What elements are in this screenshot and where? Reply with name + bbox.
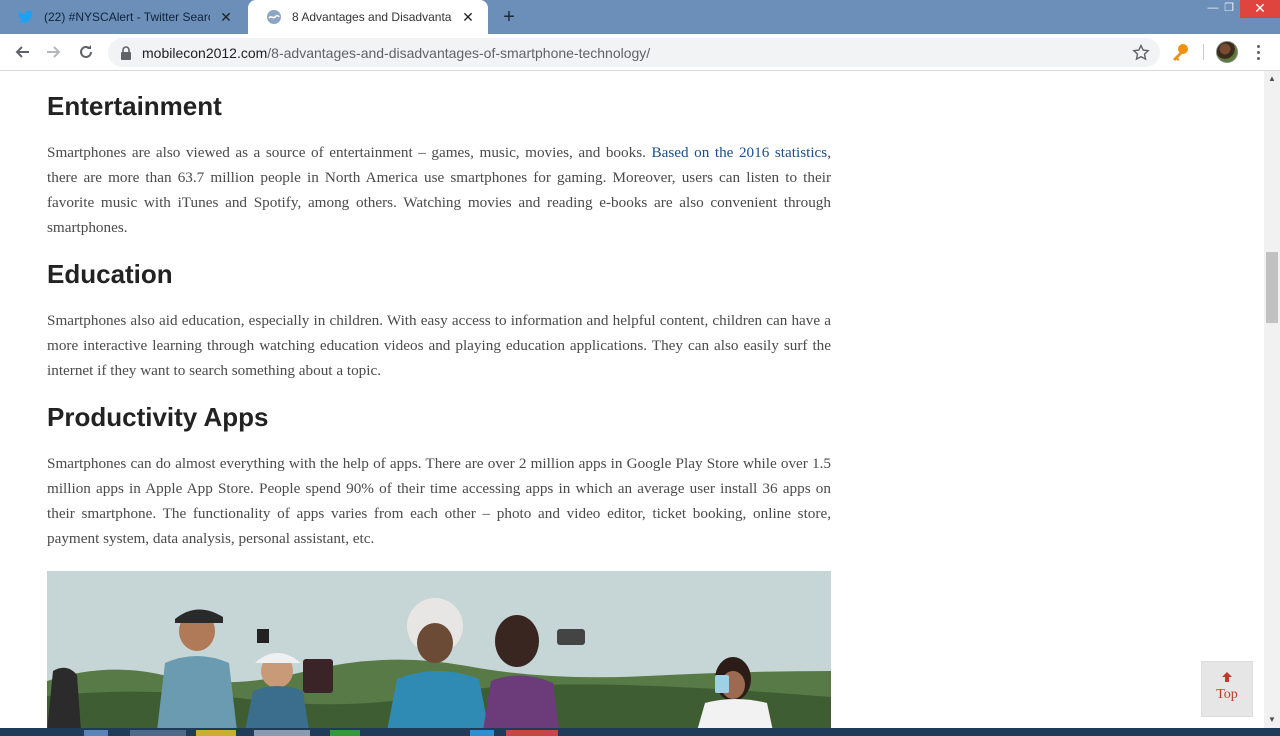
taskbar-item[interactable] [84, 730, 108, 736]
statistics-link[interactable]: Based on the 2016 statistics [651, 144, 827, 161]
lock-icon [121, 45, 131, 60]
taskbar-item[interactable] [196, 730, 236, 736]
tab-article[interactable]: 8 Advantages and Disadvantages ✕ [248, 0, 488, 34]
taskbar-item[interactable] [254, 730, 310, 736]
section-heading-entertainment: Entertainment [47, 91, 222, 121]
extension-key-icon[interactable] [1170, 42, 1190, 62]
back-to-top-button[interactable]: Top [1201, 661, 1253, 717]
site-favicon-icon [266, 9, 282, 25]
os-taskbar [0, 728, 1280, 736]
close-tab-icon[interactable]: ✕ [218, 9, 234, 25]
forward-arrow-icon [47, 46, 61, 58]
article-photo [47, 571, 831, 728]
tab-title: (22) #NYSCAlert - Twitter Search [44, 10, 210, 24]
scroll-down-arrow-icon[interactable]: ▼ [1264, 712, 1280, 728]
bookmark-star-icon[interactable] [1132, 44, 1150, 62]
reload-button[interactable] [72, 38, 100, 66]
close-tab-icon[interactable]: ✕ [460, 9, 476, 25]
tourists-photo-illustration [47, 571, 831, 728]
tab-twitter-search[interactable]: (22) #NYSCAlert - Twitter Search ✕ [0, 0, 246, 34]
browser-toolbar: mobilecon2012.com/8-advantages-and-disad… [0, 34, 1280, 71]
forward-button[interactable] [40, 38, 68, 66]
scroll-up-arrow-icon[interactable]: ▲ [1264, 71, 1280, 87]
url-path: /8-advantages-and-disadvantages-of-smart… [267, 44, 651, 61]
back-button[interactable] [8, 38, 36, 66]
vertical-scrollbar[interactable]: ▲ ▼ [1264, 71, 1280, 728]
toolbar-divider [1203, 44, 1204, 60]
section-heading-education: Education [47, 259, 173, 289]
back-to-top-label: Top [1216, 687, 1238, 702]
taskbar-item[interactable] [470, 730, 494, 736]
back-arrow-icon [15, 46, 29, 58]
section-heading-productivity-apps: Productivity Apps [47, 402, 269, 432]
section-paragraph-entertainment: Smartphones are also viewed as a source … [47, 140, 831, 240]
url-host: mobilecon2012.com [142, 44, 268, 61]
tab-strip: (22) #NYSCAlert - Twitter Search ✕ 8 Adv… [0, 0, 1280, 34]
browser-menu-icon[interactable] [1250, 41, 1266, 63]
profile-avatar[interactable] [1216, 41, 1238, 63]
paragraph-text: Smartphones are also viewed as a source … [47, 144, 652, 161]
section-paragraph-productivity-apps: Smartphones can do almost everything wit… [47, 455, 831, 547]
address-bar[interactable]: mobilecon2012.com/8-advantages-and-disad… [108, 38, 1160, 67]
reload-icon [80, 45, 92, 58]
section-paragraph-education: Smartphones also aid education, especial… [47, 312, 831, 379]
arrow-up-icon [1202, 670, 1252, 686]
taskbar-item[interactable] [506, 730, 558, 736]
scrollbar-thumb[interactable] [1266, 252, 1278, 323]
tab-title: 8 Advantages and Disadvantages [292, 10, 452, 24]
page-viewport: Entertainment Smartphones are also viewe… [0, 71, 1264, 728]
maximize-window-button[interactable]: ❐ [1216, 0, 1242, 20]
close-window-button[interactable]: ✕ [1240, 0, 1280, 18]
new-tab-button[interactable]: + [498, 6, 520, 28]
twitter-bird-icon [18, 9, 34, 25]
url-text: mobilecon2012.com/8-advantages-and-disad… [142, 45, 650, 61]
taskbar-item[interactable] [130, 730, 186, 736]
taskbar-item[interactable] [330, 730, 360, 736]
